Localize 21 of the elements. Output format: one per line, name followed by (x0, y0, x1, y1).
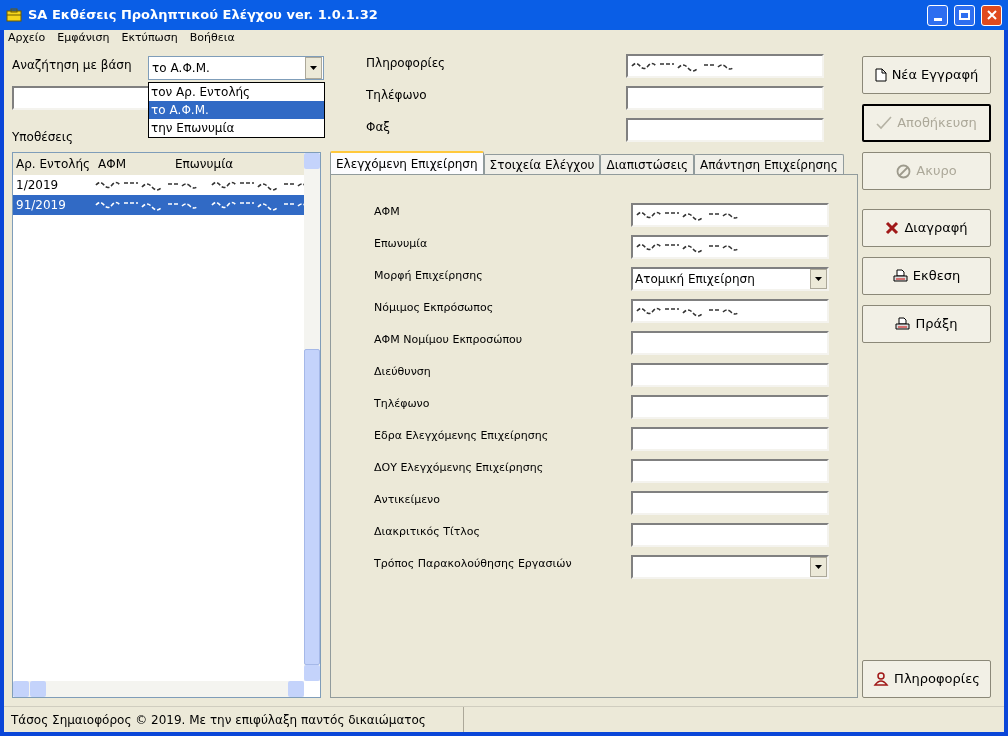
field-label: ΔΟΥ Ελεγχόμενης Επιχείρησης (374, 459, 544, 476)
field-label: ΑΦΜ Νομίμου Εκπροσώπου (374, 331, 523, 348)
field-label: Διεύθυνση (374, 363, 431, 380)
status-text: Τάσος Σημαιοφόρος © 2019. Με την επιφύλαξη παντός δικαιώματος (4, 707, 464, 732)
field-label: Τηλέφωνο (374, 395, 430, 412)
table-cell-text: 91/2019 (15, 197, 67, 214)
field-label: Νόμιμος Εκπρόσωπος (374, 299, 494, 316)
field-label: Διακριτικός Τίτλος (374, 523, 480, 540)
cases-label: Υποθέσεις (12, 129, 73, 146)
window-title: SA Εκθέσεις Προληπτικού Ελέγχου ver. 1.0.1.32 (28, 6, 379, 25)
field-label: Μορφή Επιχείρησης (374, 267, 483, 284)
field-label: Αντικείμενο (374, 491, 440, 508)
search-by-label: Αναζήτηση με βάση (12, 57, 133, 74)
field-label: Φαξ (366, 119, 391, 136)
table-cell-text: 1/2019 (15, 177, 60, 194)
field-label: Τρόπος Παρακολούθησης Εργασιών (374, 555, 572, 572)
field-label: Εδρα Ελεγχόμενης Επιχείρησης (374, 427, 549, 444)
field-label: Πληροφορίες (366, 55, 446, 72)
field-label: Επωνυμία (374, 235, 428, 252)
field-label: Τηλέφωνο (366, 87, 427, 104)
field-label: ΑΦΜ (374, 203, 400, 220)
